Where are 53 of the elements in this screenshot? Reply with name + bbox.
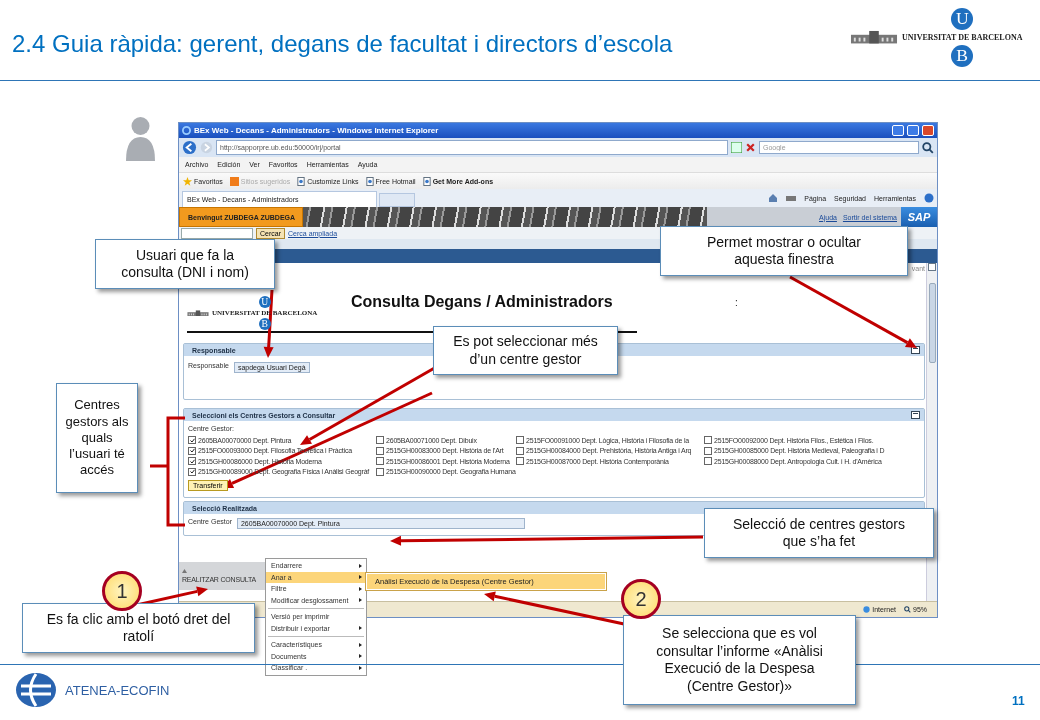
callout: Es pot seleccionar més d’un centre gestor [433,326,618,375]
pointer-arrow [263,289,274,358]
checkbox[interactable] [188,457,196,466]
checkbox[interactable] [188,446,196,455]
scroll-thumb[interactable] [928,283,936,363]
logo-letter: U [951,8,974,30]
callout: Es fa clic amb el botó dret del ratolí [22,603,255,653]
report-title: Consulta Degans / Administradors [350,293,614,311]
logo-letter: U [258,296,271,308]
logo-letter: B [258,318,271,330]
callout: Se selecciona que es vol consultar l’informe «Anàlisi Execució de la Despesa (Centre Gestor)» [623,615,856,705]
logo-letter: B [951,45,974,67]
checkbox[interactable] [704,446,712,455]
home-icon[interactable] [768,193,779,203]
triangle-icon [182,569,187,573]
checkbox[interactable] [704,436,712,445]
person-icon [123,115,158,163]
slide-title: 2.4 Guia ràpida: gerent, degans de facultat i directors d’escola [12,30,673,58]
callout: Permet mostrar o ocultar aquesta finestra [660,226,908,276]
building-icon [187,309,209,317]
step-number: 1 [102,571,142,611]
page-number: 11 [1012,694,1025,708]
brand-logo: SAP [901,207,937,227]
stop-icon[interactable] [745,142,756,153]
close-button[interactable] [922,125,934,136]
callout: Selecció de centres gestors que s’ha fet [704,508,934,558]
maximize-button[interactable] [907,125,919,136]
star-icon [183,176,192,186]
building-icon [850,30,898,45]
checkbox[interactable] [376,436,384,445]
checkbox[interactable] [188,436,196,445]
window-icon[interactable] [928,263,936,271]
checkbox[interactable] [704,457,712,466]
checkbox[interactable] [376,457,384,466]
checkbox[interactable] [516,446,524,455]
logo-icon [15,672,57,708]
back-icon[interactable] [182,140,197,155]
callout: Centres gestors als quals l’usuari té accés [56,383,138,493]
callout: Usuari que fa la consulta (DNI i nom) [95,239,275,289]
zoom-icon [904,606,911,613]
checkbox[interactable] [376,467,384,476]
window-title: BEx Web - Decans - Administradors - Windows Internet Explorer [194,126,440,135]
checkbox[interactable] [188,467,196,476]
search-icon[interactable] [922,141,934,154]
checkbox[interactable] [376,446,384,455]
checkbox[interactable] [516,457,524,466]
footer-logo-text: ATENEA-ECOFIN [65,682,170,698]
collapse-icon[interactable] [911,411,920,419]
university-name: UNIVERSITAT DE BARCELONA [902,33,1023,42]
minimize-button[interactable] [892,125,904,136]
search-field[interactable] [181,227,253,239]
checkbox[interactable] [516,436,524,445]
mark-text: : [735,296,739,308]
